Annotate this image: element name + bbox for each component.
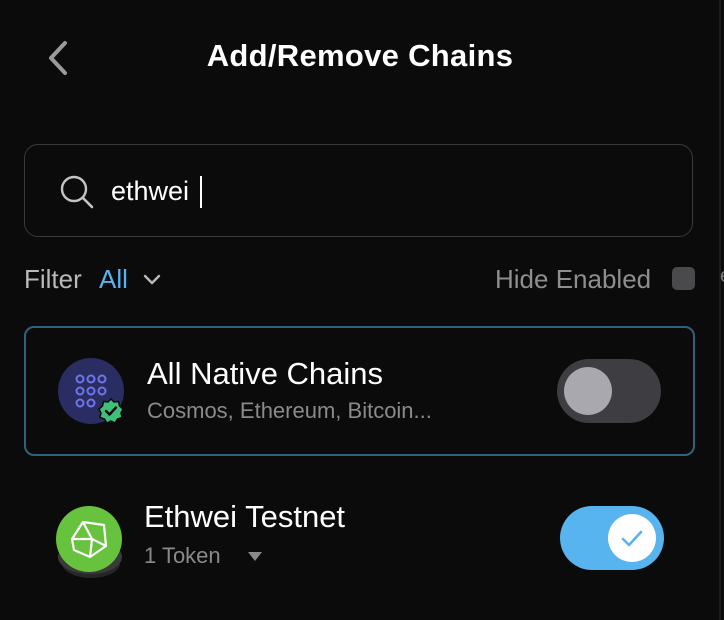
token-count[interactable]: 1 Token [144,543,221,569]
verified-check-icon [98,398,124,424]
search-field[interactable] [24,144,693,237]
chain-name: Ethwei Testnet [144,499,346,534]
search-icon [60,175,94,209]
chain-subtitle: Cosmos, Ethereum, Bitcoin... [147,398,432,423]
search-input[interactable] [111,169,651,213]
filter-dropdown[interactable]: All [99,264,128,295]
text-cursor [200,176,202,208]
hide-enabled-label: Hide Enabled [495,264,652,294]
ethwei-logo-icon [56,506,122,572]
hide-enabled-checkbox[interactable] [672,267,695,290]
add-remove-chains-screen: Add/Remove Chains Filter All Hide Enable… [0,0,724,620]
panel-edge-divider [719,0,721,620]
check-icon [621,530,643,547]
chain-name: All Native Chains [147,356,384,391]
chain-toggle-ethwei-testnet[interactable] [560,506,664,570]
toggle-knob [564,367,612,415]
chain-toggle-all-native-chains[interactable] [557,359,661,423]
caret-down-icon[interactable] [246,549,264,563]
chevron-down-icon[interactable] [140,268,164,292]
toggle-knob [608,514,656,562]
edge-fragment: e [720,265,724,288]
filter-label: Filter [24,264,82,294]
page-title: Add/Remove Chains [206,38,514,73]
